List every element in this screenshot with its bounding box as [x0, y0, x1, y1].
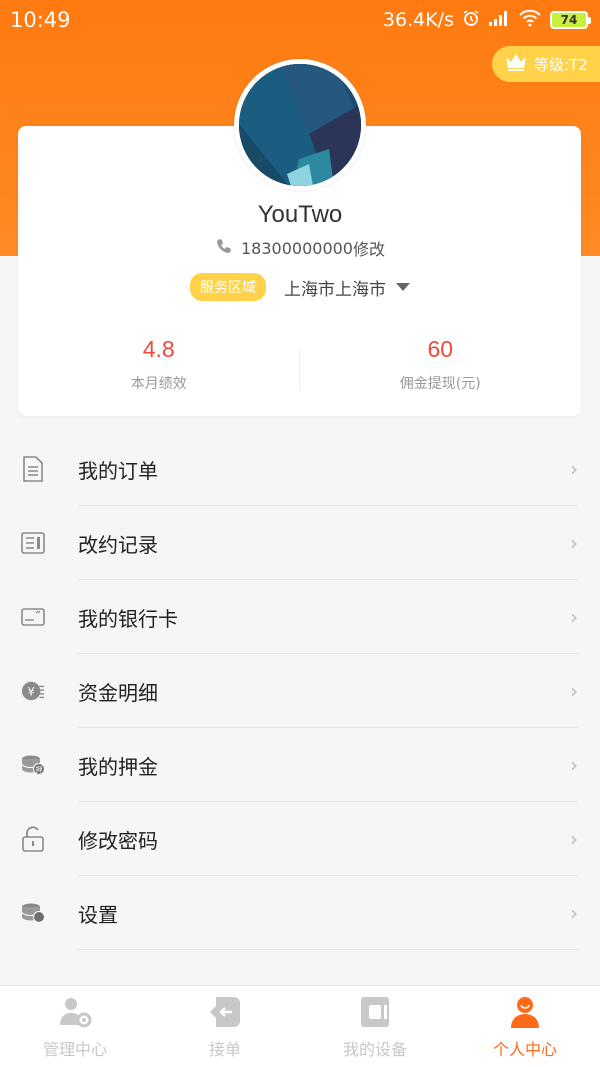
service-area-select[interactable]: 上海市上海市 [284, 275, 410, 300]
document-icon [21, 456, 45, 482]
menu-item-label: 改约记录 [78, 532, 158, 557]
chevron-right-icon: › [570, 827, 578, 851]
stat-performance[interactable]: 4.8 本月绩效 [18, 336, 300, 408]
tab-label: 接单 [208, 1040, 241, 1059]
menu-item-deposit[interactable]: 押 我的押金 › [0, 728, 600, 802]
level-label: 等级:T2 [534, 55, 588, 74]
username: YouTwo [257, 201, 343, 228]
chevron-right-icon: › [570, 531, 578, 555]
alarm-icon [462, 9, 480, 32]
fund-detail-icon: ¥ [21, 679, 45, 703]
menu-item-reschedule[interactable]: 改约记录 › [0, 506, 600, 580]
service-area-city: 上海市上海市 [284, 279, 386, 300]
stat-value: 4.8 [142, 336, 175, 362]
tab-my-device[interactable]: 我的设备 [300, 986, 450, 1067]
menu-item-label: 修改密码 [78, 828, 158, 853]
status-time: 10:49 [10, 8, 71, 32]
service-area-tag: 服务区域 [190, 273, 266, 301]
chevron-right-icon: › [570, 753, 578, 777]
tab-label: 管理中心 [42, 1040, 107, 1059]
level-badge[interactable]: 等级:T2 [492, 46, 600, 82]
stats-divider [299, 350, 300, 390]
crown-icon [504, 52, 528, 76]
network-speed: 36.4K/s [382, 9, 454, 31]
menu-item-fund-detail[interactable]: ¥ 资金明细 › [0, 654, 600, 728]
dropdown-caret-icon [396, 283, 410, 291]
stat-value: 60 [427, 336, 454, 362]
accept-order-icon [207, 994, 243, 1030]
edit-phone-link[interactable]: 修改 [353, 236, 385, 260]
bottom-tab-bar: 管理中心 接单 我的设备 个人中心 [0, 985, 600, 1067]
menu-item-change-password[interactable]: 修改密码 › [0, 802, 600, 876]
tab-label: 我的设备 [342, 1040, 407, 1059]
svg-text:¥: ¥ [28, 686, 35, 699]
chevron-right-icon: › [570, 457, 578, 481]
menu-item-orders[interactable]: 我的订单 › [0, 432, 600, 506]
phone-row: 18300000000 修改 [0, 236, 600, 260]
lock-icon [21, 826, 45, 852]
menu-item-bank-card[interactable]: 我的银行卡 › [0, 580, 600, 654]
service-area-row: 服务区域 上海市上海市 [0, 273, 600, 301]
device-icon [357, 994, 393, 1030]
record-icon [21, 531, 45, 555]
stat-label: 本月绩效 [130, 376, 187, 392]
status-bar: 10:49 36.4K/s 74 [0, 0, 600, 40]
phone-number: 18300000000 [241, 238, 353, 258]
menu-item-label: 我的订单 [78, 458, 158, 483]
bank-card-icon [21, 605, 45, 629]
manage-center-icon [57, 994, 93, 1030]
chevron-right-icon: › [570, 901, 578, 925]
menu-item-label: 设置 [78, 902, 118, 927]
menu-item-label: 我的银行卡 [78, 606, 178, 631]
phone-icon [215, 237, 233, 259]
menu-item-label: 我的押金 [78, 754, 158, 779]
signal-icon [488, 9, 510, 32]
tab-label: 个人中心 [492, 1040, 557, 1059]
menu-item-label: 资金明细 [78, 680, 158, 705]
chevron-right-icon: › [570, 679, 578, 703]
menu-list: 我的订单 › 改约记录 › 我的银行卡 › ¥ 资金明细 › 押 我的押金 › … [0, 432, 600, 950]
stat-commission[interactable]: 60 佣金提现(元) [300, 336, 582, 408]
battery-icon: 74 [550, 11, 591, 29]
tab-manage-center[interactable]: 管理中心 [0, 986, 150, 1067]
avatar[interactable] [234, 59, 366, 191]
personal-center-icon [507, 994, 543, 1030]
menu-item-settings[interactable]: 设置 › [0, 876, 600, 950]
svg-text:押: 押 [36, 765, 43, 774]
deposit-icon: 押 [21, 753, 45, 777]
chevron-right-icon: › [570, 605, 578, 629]
wifi-icon [518, 9, 542, 32]
stat-label: 佣金提现(元) [399, 376, 481, 392]
settings-icon [21, 901, 45, 925]
tab-personal-center[interactable]: 个人中心 [450, 986, 600, 1067]
tab-accept-order[interactable]: 接单 [150, 986, 300, 1067]
